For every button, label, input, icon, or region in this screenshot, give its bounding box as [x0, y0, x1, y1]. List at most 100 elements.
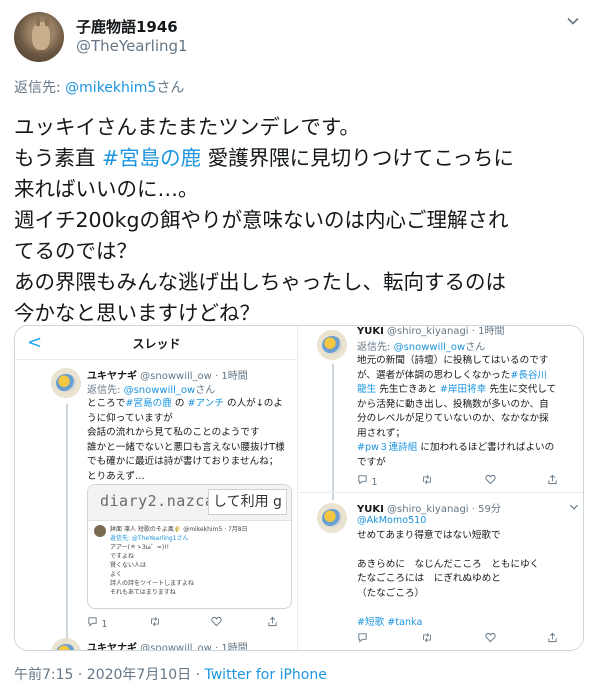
- embedded-name: ユキヤナギ: [87, 643, 137, 651]
- nested-screenshot: diary2.nazca.c して利用 g 鉢面 凛人 短歌のそよ風🌾 @mik…: [87, 484, 292, 609]
- reply-mention-link[interactable]: @mikekhim5: [65, 80, 156, 96]
- tweet-line: もう素直 #宮島の鹿 愛護界隈に見切りつけてこっちに: [14, 143, 588, 174]
- body-line: せめてあまり得意ではない短歌で: [357, 529, 501, 541]
- body-line: たなごころには にぎれぬゆめと: [357, 573, 501, 584]
- nested-line: よく: [110, 571, 123, 578]
- hashtag: #アンチ: [187, 398, 224, 409]
- avatar: [51, 368, 81, 398]
- like-icon: [211, 616, 222, 630]
- reply-prefix: 返信先:: [87, 385, 124, 396]
- tweet-text-fragment: 愛護界隈に見切りつけてこっちに: [201, 146, 514, 170]
- nested-line: ですよね: [110, 553, 135, 560]
- like-icon-svg: [485, 632, 496, 643]
- retweet-icon: [421, 632, 433, 646]
- embedded-tweet-author: ユキヤナギ @snowwill_ow · 1時間: [87, 639, 248, 651]
- reply-suffix: さん: [156, 80, 185, 96]
- author-avatar[interactable]: [14, 12, 64, 62]
- like-icon: [485, 632, 496, 646]
- embedded-tweet-author: YUKI @shiro_kiyanagi · 59分: [357, 500, 501, 515]
- hashtag: #pw３連詩組: [357, 442, 418, 453]
- reply-mention: @snowwill_ow: [123, 385, 196, 396]
- body-line: 用されず；: [357, 427, 405, 439]
- tweet-source-link[interactable]: Twitter for iPhone: [205, 667, 327, 683]
- nested-line: 詩人の詩をツイートしますよね: [110, 580, 195, 587]
- chevron-down-icon-svg: [567, 17, 579, 25]
- author-display-name[interactable]: 子鹿物語1946: [76, 16, 178, 37]
- fragment: に加われるほど書ければよいの: [417, 442, 555, 453]
- reply-icon: 1: [87, 616, 108, 630]
- tweet-text: ユッキイさんまたまたツンデレです。 もう素直 #宮島の鹿 愛護界隈に見切りつけて…: [14, 112, 588, 329]
- retweet-icon: [421, 474, 433, 488]
- body-line: ですが: [357, 456, 386, 468]
- avatar: [94, 525, 106, 537]
- reply-prefix: 返信先:: [14, 80, 66, 96]
- embedded-handle: @shiro_kiyanagi · 1時間: [383, 326, 505, 337]
- body-line: #pw３連詩組 に加われるほど書ければよいの: [357, 441, 579, 456]
- share-icon: [547, 474, 558, 488]
- embedded-actions: 1: [357, 474, 579, 488]
- like-icon-svg: [485, 474, 496, 485]
- reply-count: 1: [371, 477, 378, 488]
- hashtag: #岸田将幸: [439, 384, 487, 395]
- thread-header: < スレッド: [15, 326, 298, 360]
- nested-line: それもあてはまりますね: [110, 589, 176, 596]
- reply-icon-svg: [88, 617, 97, 627]
- author-handle[interactable]: @TheYearling1: [76, 37, 188, 55]
- hashtag: #宮島の鹿: [125, 398, 172, 409]
- reply-suffix: さん: [195, 385, 216, 396]
- divider: [299, 492, 583, 493]
- body-line: から活発に動き出し、投稿数が多いのか、自: [357, 398, 549, 410]
- embedded-tweet-body: @AkMomo510 せめてあまり得意ではない短歌で あきらめに なじんだこころ…: [357, 514, 579, 630]
- reply-prefix: 返信先:: [357, 342, 394, 353]
- fragment: の人が↓のよ: [223, 398, 283, 409]
- tweet-line: 来ればいいのに…。: [14, 177, 199, 201]
- embedded-reply-to: 返信先: @snowwill_owさん: [357, 338, 485, 353]
- media-image-right[interactable]: YUKI @shiro_kiyanagi · 1時間 返信先: @snowwil…: [299, 326, 583, 650]
- tweet-timestamp[interactable]: 午前7:15 · 2020年7月10日 ·: [14, 667, 205, 683]
- body-line: でも確かに最近は詩が書けておりませんね；: [87, 456, 279, 467]
- embedded-actions: 1: [87, 616, 292, 630]
- chevron-down-icon[interactable]: [564, 14, 582, 32]
- nested-tweet-body: 鉢面 凛人 短歌のそよ風🌾 @mikekhim5 · 7月8日 返信先: @Th…: [110, 525, 291, 597]
- retweet-icon: [149, 616, 161, 630]
- embedded-actions: [357, 632, 579, 646]
- retweet-icon-svg: [423, 474, 431, 485]
- embedded-tweet-body: 地元の新聞（詩壇）に投稿してはいるのです が、選者が体調の思わしくなかった#長谷…: [357, 354, 579, 470]
- fragment: 先生に交代して: [486, 384, 557, 395]
- nested-line: アアー(＊ゝ3ω゜=)!!: [110, 544, 170, 551]
- embedded-handle: @snowwill_ow · 1時間: [137, 643, 248, 651]
- body-line: あきらめに なじんだこころ ともにゆく: [357, 558, 540, 570]
- hashtag: 龍生: [357, 384, 377, 395]
- body-line: とりあえず…: [87, 470, 145, 482]
- nested-line: 返信先: @TheYearling1さん: [110, 535, 189, 542]
- body-line: が、選者が体調の思わしくなかった#長谷川: [357, 369, 579, 384]
- fragment: が、選者が体調の思わしくなかった: [357, 369, 511, 381]
- embedded-name: YUKI: [357, 326, 384, 337]
- embedded-tweet-body: ところで#宮島の鹿 の #アンチ の人が↓のよ うに仰っていますが 会話の流れか…: [87, 397, 292, 484]
- tweet-line: 週イチ200kgの餌やりが意味ないのは内心ご理解され: [14, 208, 509, 232]
- body-line: うに仰っていますが: [87, 412, 173, 424]
- reply-count: 1: [101, 619, 108, 630]
- tweet-line: ユッキイさんまたまたツンデレです。: [14, 115, 360, 139]
- embedded-tweet-author: ユキヤナギ @snowwill_ow · 1時間: [87, 367, 248, 382]
- body-line: [357, 543, 579, 558]
- reply-mention: @snowwill_ow: [393, 342, 466, 353]
- body-line: #短歌 #tanka: [357, 616, 579, 631]
- avatar: [317, 330, 347, 360]
- tweet-metadata: 午前7:15 · 2020年7月10日 · Twitter for iPhone: [14, 664, 327, 684]
- hashtag: #長谷川: [510, 369, 548, 381]
- embedded-reply-to: 返信先: @snowwill_owさん: [87, 381, 215, 396]
- share-icon: [267, 616, 278, 630]
- mention: @AkMomo510: [357, 515, 427, 526]
- media-image-left[interactable]: < スレッド ユキヤナギ @snowwill_ow · 1時間 返信先: @sn…: [15, 326, 298, 651]
- fragment: 先生亡きあと: [376, 384, 440, 395]
- body-line: 誰かと一緒でないと悪口も言えない腰抜けT様: [87, 441, 285, 453]
- reply-icon: 1: [357, 474, 378, 488]
- hashtag-link[interactable]: #宮島の鹿: [102, 146, 201, 170]
- tweet-line: あの界隈もみんな逃げ出しちゃったし、転向するのは: [14, 270, 506, 294]
- share-icon-svg: [268, 616, 277, 627]
- thread-line: [332, 364, 334, 500]
- tweet-header: 子鹿物語1946 @TheYearling1: [14, 12, 588, 64]
- reply-icon-svg: [358, 633, 367, 643]
- share-icon: [547, 632, 558, 646]
